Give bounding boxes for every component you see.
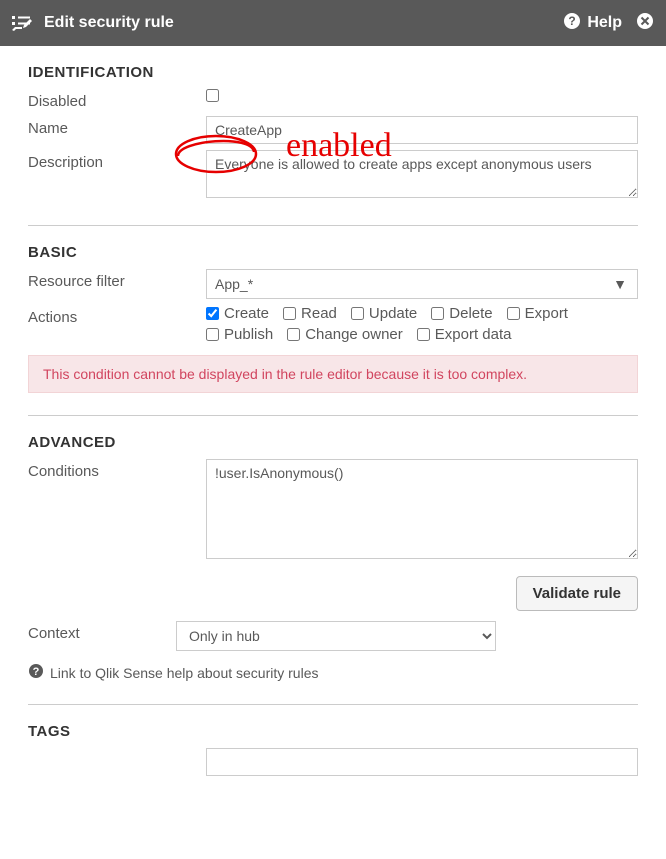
action-publish[interactable]: Publish [206, 326, 273, 343]
edit-list-icon [12, 14, 34, 32]
dialog-header: Edit security rule ? Help [0, 0, 666, 46]
action-label: Update [369, 305, 417, 322]
identification-heading: IDENTIFICATION [28, 64, 638, 81]
name-label: Name [28, 116, 206, 137]
action-label: Publish [224, 326, 273, 343]
action-label: Export [525, 305, 568, 322]
context-select[interactable]: Only in hubOnly in QMCBoth in hub and QM… [176, 621, 496, 651]
tags-input[interactable] [206, 748, 638, 776]
resource-filter-label: Resource filter [28, 269, 206, 290]
close-icon [636, 12, 654, 35]
chevron-down-icon: ▼ [611, 276, 629, 292]
action-label: Delete [449, 305, 492, 322]
action-label: Read [301, 305, 337, 322]
action-read[interactable]: Read [283, 305, 337, 322]
help-link-text: Link to Qlik Sense help about security r… [50, 665, 318, 681]
action-checkbox[interactable] [283, 307, 296, 320]
action-checkbox[interactable] [287, 328, 300, 341]
action-update[interactable]: Update [351, 305, 417, 322]
action-label: Create [224, 305, 269, 322]
action-export-data[interactable]: Export data [417, 326, 512, 343]
action-checkbox[interactable] [351, 307, 364, 320]
resource-filter-value: App_* [215, 276, 253, 292]
context-label: Context [28, 621, 176, 642]
separator [28, 704, 638, 705]
action-export[interactable]: Export [507, 305, 568, 322]
action-label: Export data [435, 326, 512, 343]
action-checkbox[interactable] [206, 328, 219, 341]
help-button[interactable]: ? Help [563, 12, 622, 35]
dialog-title: Edit security rule [44, 14, 563, 32]
help-icon: ? [28, 663, 44, 682]
tags-heading: TAGS [28, 723, 638, 740]
action-checkbox[interactable] [417, 328, 430, 341]
disabled-checkbox[interactable] [206, 89, 219, 102]
advanced-heading: ADVANCED [28, 434, 638, 451]
tags-label-spacer [28, 748, 206, 752]
action-delete[interactable]: Delete [431, 305, 492, 322]
basic-heading: BASIC [28, 244, 638, 261]
separator [28, 415, 638, 416]
action-change-owner[interactable]: Change owner [287, 326, 403, 343]
actions-group: Create Read Update Delete Export Publish Chang… [206, 305, 638, 347]
description-textarea[interactable]: Everyone is allowed to create apps excep… [206, 150, 638, 198]
help-icon: ? [563, 12, 581, 35]
resource-filter-select[interactable]: App_* ▼ [206, 269, 638, 299]
action-checkbox[interactable] [206, 307, 219, 320]
svg-text:?: ? [569, 14, 576, 28]
action-checkbox[interactable] [507, 307, 520, 320]
svg-text:?: ? [33, 666, 40, 678]
validate-rule-button[interactable]: Validate rule [516, 576, 638, 611]
security-rules-help-link[interactable]: ? Link to Qlik Sense help about security… [28, 663, 638, 682]
separator [28, 225, 638, 226]
conditions-textarea[interactable] [206, 459, 638, 559]
help-label: Help [587, 14, 622, 32]
description-label: Description [28, 150, 206, 171]
dialog-content: enabled IDENTIFICATION Disabled Name Des… [0, 46, 666, 792]
actions-label: Actions [28, 305, 206, 326]
conditions-label: Conditions [28, 459, 206, 480]
disabled-label: Disabled [28, 89, 206, 110]
complexity-warning: This condition cannot be displayed in th… [28, 355, 638, 393]
action-label: Change owner [305, 326, 403, 343]
close-button[interactable] [636, 12, 654, 35]
action-create[interactable]: Create [206, 305, 269, 322]
name-input[interactable] [206, 116, 638, 144]
action-checkbox[interactable] [431, 307, 444, 320]
